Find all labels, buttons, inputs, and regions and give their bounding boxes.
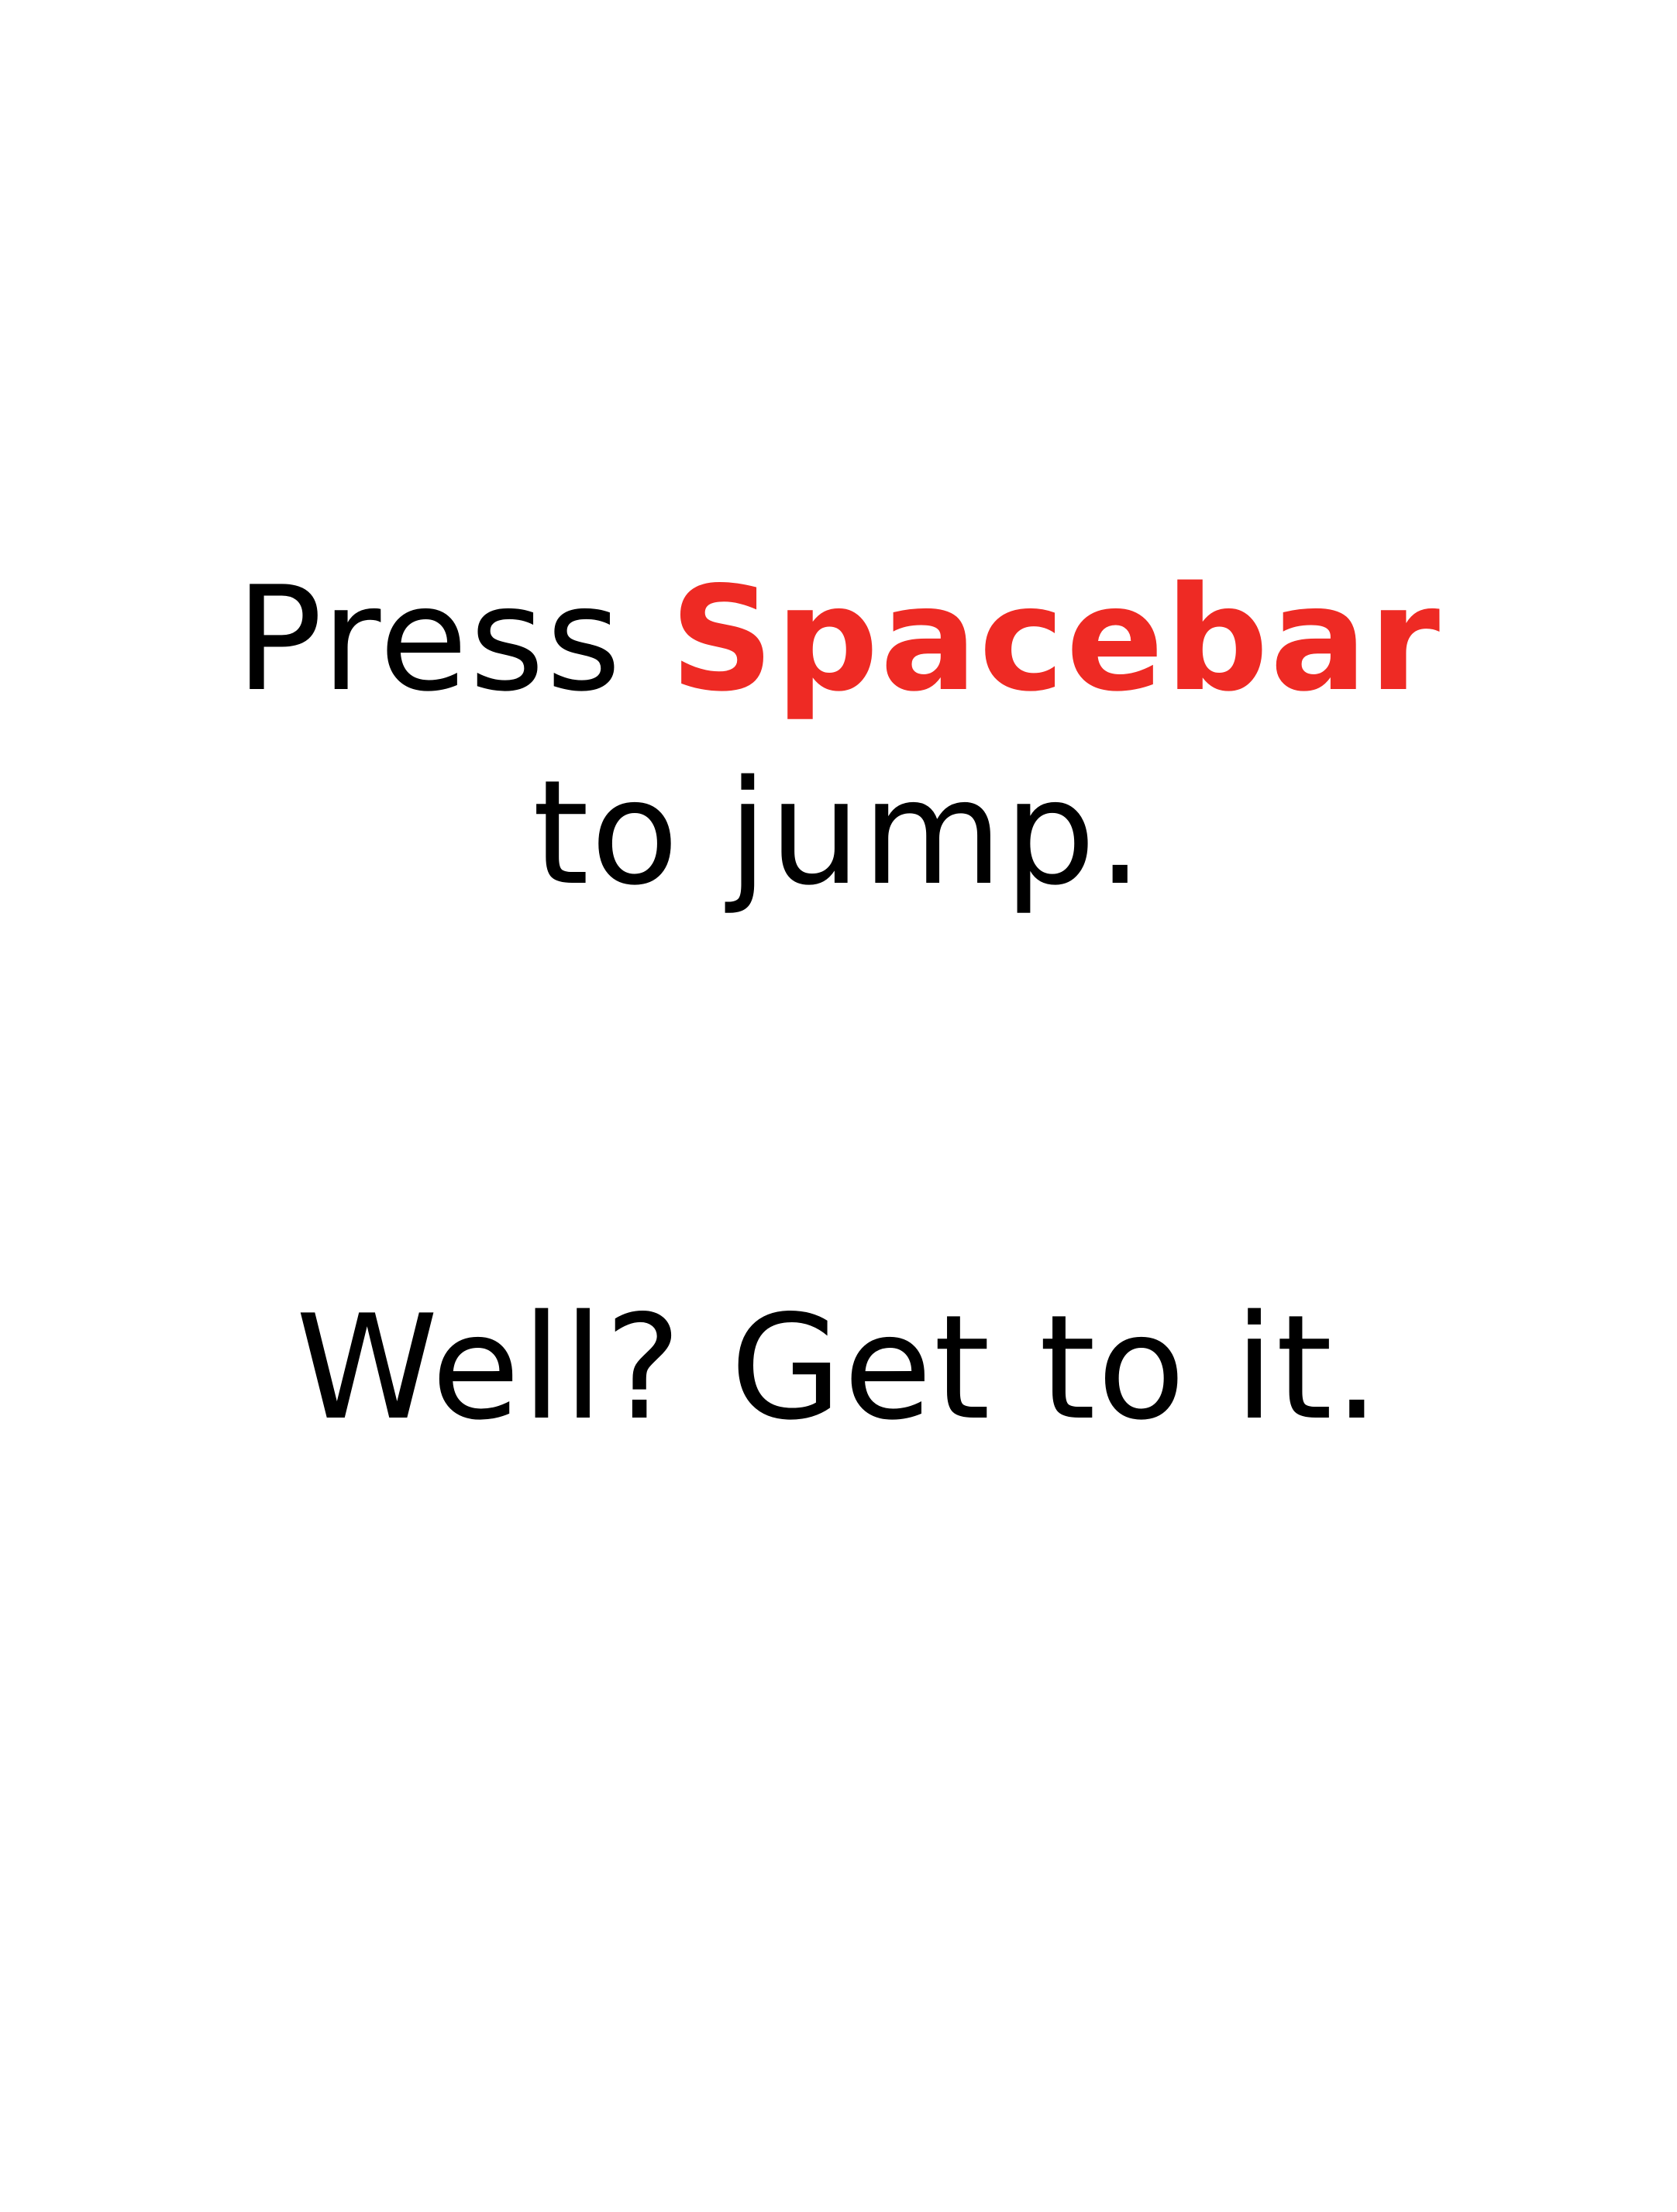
jump-instruction: Press Spacebar to jump.: [0, 543, 1677, 930]
instruction-line-2: to jump.: [532, 749, 1145, 917]
instruction-prefix: Press: [235, 555, 623, 723]
spacebar-key-label: Spacebar: [670, 555, 1442, 723]
instruction-line-1: Press Spacebar: [0, 543, 1677, 736]
taunt-text: Well? Get to it.: [295, 1283, 1382, 1452]
